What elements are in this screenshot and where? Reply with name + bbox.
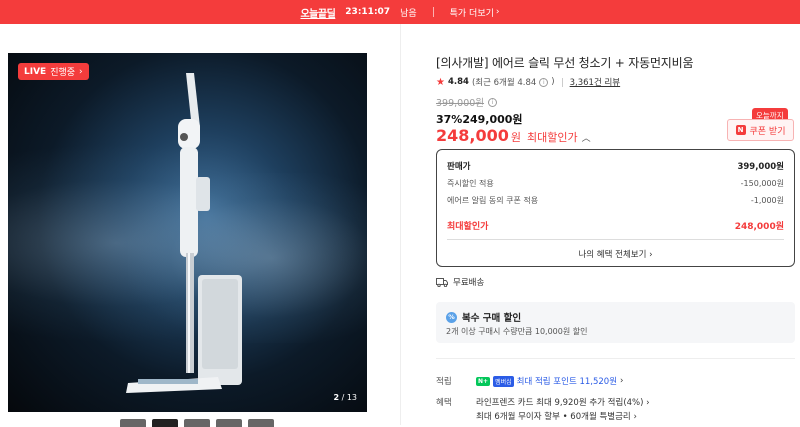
thumbnail[interactable] (184, 419, 210, 427)
price-row-label: 최대할인가 (447, 222, 489, 232)
banner-divider (432, 7, 434, 17)
star-icon: ★ (436, 76, 445, 88)
original-price-row: 399,000원 i (436, 95, 498, 109)
multi-buy-title: 복수 구매 할인 (462, 313, 522, 324)
membership-badge: 멤버십 (493, 375, 514, 387)
benefit-text: 라인프렌즈 카드 최대 9,920원 추가 적립(4%) (476, 398, 644, 408)
rating-row: ★ 4.84 (최근 6개월 4.84 i ) 3,361건 리뷰 (436, 76, 621, 89)
price-row-label: 즉시할인 적용 (447, 179, 494, 188)
thumbnail[interactable] (216, 419, 242, 427)
product-title: [의사개발] 에어르 슬릭 무선 청소기 + 자동먼지비움 (436, 56, 694, 70)
chevron-up-icon: ︿ (581, 134, 591, 144)
rating-score: 4.84 (447, 77, 469, 87)
price-row-value: -150,000원 (740, 179, 784, 188)
price-row: 에어르 알림 동의 쿠폰 적용 -1,000원 (447, 195, 784, 206)
price-row-max: 최대할인가 248,000원 (447, 219, 784, 232)
coupon-button-label: 쿠폰 받기 (749, 126, 786, 137)
image-counter-current: 2 (333, 393, 340, 402)
benefit-installment-link[interactable]: 최대 6개월 무이자 할부 • 60개월 특별금리 › (476, 410, 637, 422)
points-text: 최대 적립 포인트 11,520원 (516, 377, 618, 387)
info-icon[interactable]: i (488, 97, 498, 107)
price-row-value: 248,000원 (734, 222, 784, 232)
image-counter-total: / 13 (341, 393, 357, 402)
price-row-value: -1,000원 (750, 196, 784, 205)
discount-price: 37%249,000원 (436, 113, 523, 126)
info-icon[interactable]: i (539, 77, 549, 87)
naver-plus-badge: N+ (476, 376, 491, 386)
thumbnail-strip (120, 419, 274, 427)
final-price-currency: 원 (510, 131, 521, 144)
benefit-text: 최대 6개월 무이자 할부 • 60개월 특별금리 (476, 412, 631, 422)
percent-icon: % (446, 311, 457, 323)
points-link[interactable]: N+ 멤버십 최대 적립 포인트 11,520원 › (476, 375, 623, 387)
original-price: 399,000원 (436, 98, 485, 109)
final-price-row[interactable]: 248,000 원 최대할인가 ︿ (436, 126, 591, 145)
price-row-label: 판매가 (447, 162, 471, 172)
thumbnail[interactable] (152, 419, 178, 427)
deal-logo: 오늘끝딜 (300, 8, 336, 20)
price-row-label: 에어르 알림 동의 쿠폰 적용 (447, 196, 539, 205)
shipping-label: 무료배송 (453, 278, 485, 288)
price-row: 즉시할인 적용 -150,000원 (447, 178, 784, 189)
final-price: 248,000 (436, 126, 509, 145)
deal-banner: 오늘끝딜 23:11:07 남음 특가 더보기 › (0, 0, 800, 24)
chevron-right-icon: › (649, 250, 653, 260)
benefits-label: 혜택 (436, 398, 452, 408)
truck-icon (436, 277, 448, 287)
section-divider (436, 358, 795, 359)
product-image[interactable]: LIVE 진행중 › 2 / 13 (8, 53, 367, 412)
multi-buy-title-row: % 복수 구매 할인 (446, 310, 521, 324)
column-divider (400, 24, 401, 425)
image-counter: 2 / 13 (333, 393, 357, 402)
points-label: 적립 (436, 377, 452, 387)
naver-n-icon: N (735, 125, 746, 135)
price-box-divider (447, 239, 784, 240)
price-row-value: 399,000원 (737, 162, 784, 172)
deal-timer: 23:11:07 (345, 7, 391, 17)
chevron-right-icon: › (620, 376, 624, 386)
all-benefits-link[interactable]: 나의 혜택 전체보기 › (437, 248, 794, 260)
live-badge-strong: LIVE (24, 66, 47, 77)
recent-rating: (최근 6개월 4.84 (471, 78, 537, 88)
chevron-right-icon: › (633, 412, 637, 422)
all-benefits-label: 나의 혜택 전체보기 (578, 250, 647, 260)
chevron-right-icon: › (646, 398, 650, 408)
coupon-button[interactable]: N 쿠폰 받기 (727, 119, 794, 141)
benefit-card-link[interactable]: 라인프렌즈 카드 최대 9,920원 추가 적립(4%) › (476, 396, 650, 408)
price-row: 판매가 399,000원 (447, 160, 784, 172)
more-deals-label: 특가 더보기 (449, 8, 494, 19)
rating-divider (561, 77, 563, 87)
thumbnail[interactable] (120, 419, 146, 427)
live-badge-text: 진행중 (50, 68, 76, 78)
thumbnail[interactable] (248, 419, 274, 427)
timer-suffix: 남음 (400, 8, 417, 19)
chevron-right-icon: › (79, 66, 83, 77)
more-deals-link[interactable]: 특가 더보기 › (450, 6, 500, 19)
review-count-link[interactable]: 3,361건 리뷰 (570, 76, 621, 88)
recent-rating-close: ) (551, 77, 555, 87)
chevron-right-icon: › (495, 7, 500, 17)
live-badge[interactable]: LIVE 진행중 › (18, 63, 89, 80)
shipping-row: 무료배송 (436, 276, 484, 288)
price-breakdown-box: 판매가 399,000원 즉시할인 적용 -150,000원 에어르 알림 동의… (436, 149, 795, 267)
multi-buy-desc: 2개 이상 구매시 수량만큼 10,000원 할인 (446, 327, 588, 336)
final-price-label: 최대할인가 (527, 131, 578, 144)
vacuum-illustration (126, 73, 242, 393)
multi-buy-discount-box: % 복수 구매 할인 2개 이상 구매시 수량만큼 10,000원 할인 (436, 302, 795, 343)
